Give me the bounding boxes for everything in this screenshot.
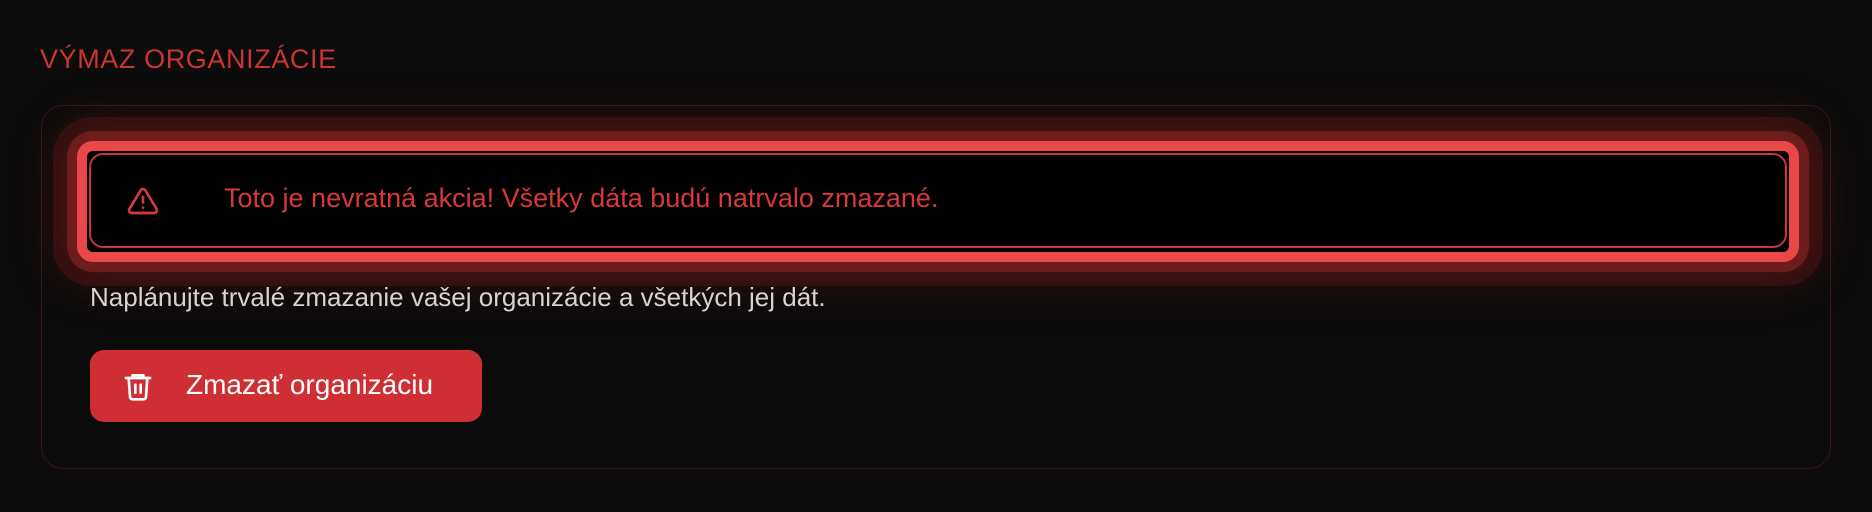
delete-organization-page: VÝMAZ ORGANIZÁCIE Toto je nevratná akcia…: [0, 0, 1872, 512]
delete-description: Naplánujte trvalé zmazanie vašej organiz…: [90, 282, 826, 312]
trash-icon: [124, 374, 152, 401]
alert-message: Toto je nevratná akcia! Všetky dáta budú…: [224, 183, 939, 213]
danger-zone-card: Toto je nevratná akcia! Všetky dáta budú…: [41, 105, 1831, 469]
section-title: VÝMAZ ORGANIZÁCIE: [40, 44, 337, 74]
warning-triangle-icon: [127, 187, 159, 215]
irreversible-action-alert: Toto je nevratná akcia! Všetky dáta budú…: [89, 153, 1787, 248]
delete-organization-button-label: Zmazať organizáciu: [186, 369, 434, 400]
delete-organization-button[interactable]: Zmazať organizáciu: [90, 350, 482, 422]
